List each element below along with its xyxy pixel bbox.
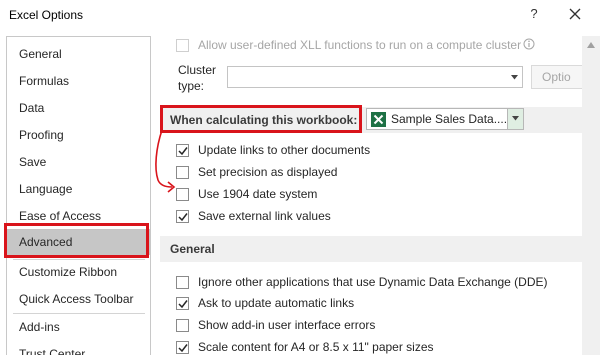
chevron-down-icon	[512, 116, 519, 121]
cluster-type-label-2: type:	[178, 79, 205, 93]
allow-xll-label: Allow user-defined XLL functions to run …	[198, 38, 522, 52]
checkmark-icon	[178, 213, 188, 222]
window-title: Excel Options	[9, 8, 84, 22]
nav-item-add-ins[interactable]: Add-ins	[7, 314, 150, 340]
nav-item-save[interactable]: Save	[7, 149, 150, 175]
set-precision-label: Set precision as displayed	[198, 165, 338, 179]
ignore-dde-checkbox[interactable]	[176, 276, 189, 289]
annotation-arrow	[155, 129, 176, 193]
cluster-options-button[interactable]: Optio	[531, 65, 587, 89]
checkmark-icon	[178, 344, 188, 353]
use-1904-label: Use 1904 date system	[198, 187, 318, 201]
workbook-header-highlight-box	[160, 105, 362, 133]
nav-item-customize-ribbon[interactable]: Customize Ribbon	[7, 259, 150, 285]
checkmark-icon	[178, 300, 188, 309]
close-button[interactable]	[566, 5, 584, 23]
close-icon	[569, 8, 581, 20]
title-bar: Excel Options ?	[0, 0, 600, 32]
workbook-select[interactable]: Sample Sales Data....	[366, 108, 524, 130]
excel-icon	[371, 112, 386, 127]
save-external-links-label: Save external link values	[198, 209, 331, 223]
show-addin-errors-label: Show add-in user interface errors	[198, 318, 376, 332]
help-button[interactable]: ?	[526, 6, 542, 24]
info-icon	[523, 38, 535, 50]
save-external-links-checkbox[interactable]	[176, 210, 189, 223]
scale-content-label: Scale content for A4 or 8.5 x 11" paper …	[198, 340, 434, 354]
nav-item-general[interactable]: General	[7, 41, 150, 67]
ignore-dde-label: Ignore other applications that use Dynam…	[198, 275, 548, 289]
scroll-up-icon[interactable]	[587, 42, 595, 48]
workbook-select-dropdown[interactable]	[507, 109, 523, 129]
scale-content-checkbox[interactable]	[176, 341, 189, 354]
nav-item-quick-access-toolbar[interactable]: Quick Access Toolbar	[7, 286, 150, 312]
allow-xll-checkbox[interactable]	[176, 39, 189, 52]
nav-item-language[interactable]: Language	[7, 176, 150, 202]
general-section-header: General	[160, 236, 582, 262]
category-nav: General Formulas Data Proofing Save Lang…	[6, 36, 151, 355]
advanced-highlight-box	[4, 223, 149, 258]
nav-item-data[interactable]: Data	[7, 95, 150, 121]
nav-item-trust-center[interactable]: Trust Center	[7, 341, 150, 355]
cluster-type-select[interactable]	[227, 66, 523, 88]
ask-update-links-checkbox[interactable]	[176, 297, 189, 310]
chevron-down-icon	[511, 75, 518, 80]
nav-item-proofing[interactable]: Proofing	[7, 122, 150, 148]
ask-update-links-label: Ask to update automatic links	[198, 296, 355, 310]
update-links-label: Update links to other documents	[198, 143, 371, 157]
nav-item-formulas[interactable]: Formulas	[7, 68, 150, 94]
workbook-select-value: Sample Sales Data....	[391, 112, 508, 126]
vertical-scrollbar[interactable]	[582, 36, 600, 355]
show-addin-errors-checkbox[interactable]	[176, 319, 189, 332]
